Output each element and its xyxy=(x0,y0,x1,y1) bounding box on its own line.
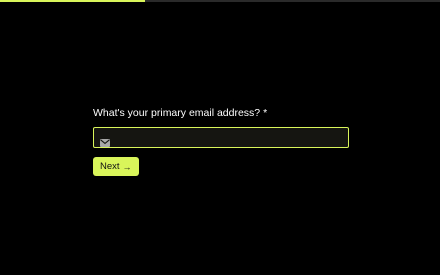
required-marker: * xyxy=(263,107,268,119)
email-input[interactable] xyxy=(110,129,348,146)
progress-bar xyxy=(0,0,440,2)
next-button[interactable]: Next → xyxy=(93,157,139,176)
progress-bar-fill xyxy=(0,0,146,2)
email-field[interactable] xyxy=(93,127,349,148)
question-label: What's your primary email address? * xyxy=(93,106,349,120)
question-block: What's your primary email address? * Next… xyxy=(93,106,349,176)
form-page: What's your primary email address? * Next… xyxy=(0,0,440,275)
arrow-right-icon: → xyxy=(122,161,132,172)
mail-icon xyxy=(100,134,110,147)
question-text: What's your primary email address? xyxy=(93,107,261,119)
next-button-label: Next xyxy=(100,161,120,172)
